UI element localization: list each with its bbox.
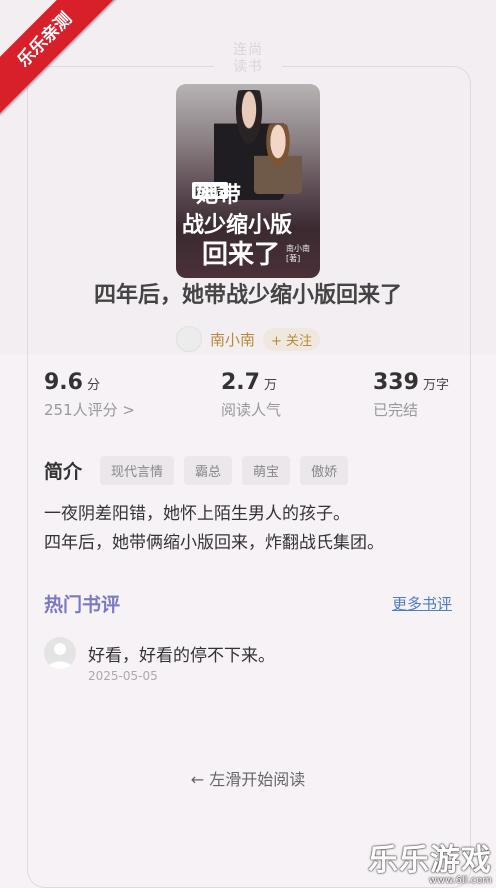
- rating-value: 9.6: [44, 370, 83, 395]
- author-name[interactable]: 南小南: [210, 329, 255, 350]
- cover-pen-name: 南小南 [著]: [286, 244, 310, 264]
- cover-title-line1: 她带: [196, 182, 243, 208]
- follow-button[interactable]: + 关注: [262, 327, 321, 351]
- more-reviews-link[interactable]: 更多书评: [392, 593, 452, 614]
- popularity-label: 阅读人气: [221, 401, 282, 419]
- popularity-unit: 万: [263, 378, 277, 393]
- seal-line-2: 读书: [233, 59, 263, 75]
- app-seal-logo: 连尚 读书: [226, 42, 270, 76]
- rating-unit: 分: [86, 378, 100, 393]
- review-text: 好看，好看的停不下来。: [88, 646, 275, 666]
- stat-rating[interactable]: 9.6 分 251人评分 >: [44, 370, 135, 420]
- completion-status: 已完结: [373, 401, 419, 419]
- cover-pen-name-text: 南小南: [286, 244, 310, 253]
- tag-chip[interactable]: 傲娇: [300, 456, 349, 485]
- cover-pen-suffix: [著]: [286, 254, 301, 263]
- reviews-header: 热门书评 更多书评: [44, 590, 452, 617]
- tag-chip[interactable]: 萌宝: [242, 456, 291, 485]
- tag-chip[interactable]: 现代言情: [100, 456, 175, 485]
- book-title: 四年后，她带战少缩小版回来了: [93, 283, 402, 308]
- author-row: 南小南 + 关注: [0, 326, 496, 352]
- watermark-text: 乐乐游戏: [368, 843, 492, 878]
- intro-text: 一夜阴差阳错，她怀上陌生男人的孩子。 四年后，她带俩缩小版回来，炸翻战氏集团。: [44, 500, 464, 558]
- watermark-logo: 乐乐游戏 www.6ll.com: [368, 835, 492, 886]
- word-count-unit: 万字: [422, 378, 449, 393]
- review-date: 2025-05-05: [88, 669, 158, 683]
- user-avatar-icon: [44, 637, 76, 669]
- stat-word-count: 339 万字 已完结: [373, 370, 449, 420]
- reviews-title: 热门书评: [44, 594, 121, 616]
- intro-title: 简介: [44, 461, 83, 483]
- popularity-value: 2.7: [221, 370, 260, 395]
- tag-chip[interactable]: 霸总: [184, 456, 233, 485]
- book-cover[interactable]: 四年后 她带 战少缩小版 回来了 南小南 [著]: [176, 84, 320, 278]
- intro-header: 简介 现代言情 霸总 萌宝 傲娇: [44, 456, 349, 485]
- rating-count-link[interactable]: 251人评分 >: [44, 399, 135, 420]
- stat-popularity: 2.7 万 阅读人气: [221, 370, 281, 420]
- seal-line-1: 连尚: [233, 42, 263, 58]
- word-count-value: 339: [373, 370, 419, 395]
- cover-title-line2: 战少缩小版: [182, 212, 293, 238]
- swipe-to-read-hint[interactable]: ← 左滑开始阅读: [0, 766, 496, 790]
- intro-line: 一夜阴差阳错，她怀上陌生男人的孩子。: [44, 504, 350, 524]
- intro-line: 四年后，她带俩缩小版回来，炸翻战氏集团。: [44, 533, 384, 553]
- avatar-icon[interactable]: [175, 326, 202, 352]
